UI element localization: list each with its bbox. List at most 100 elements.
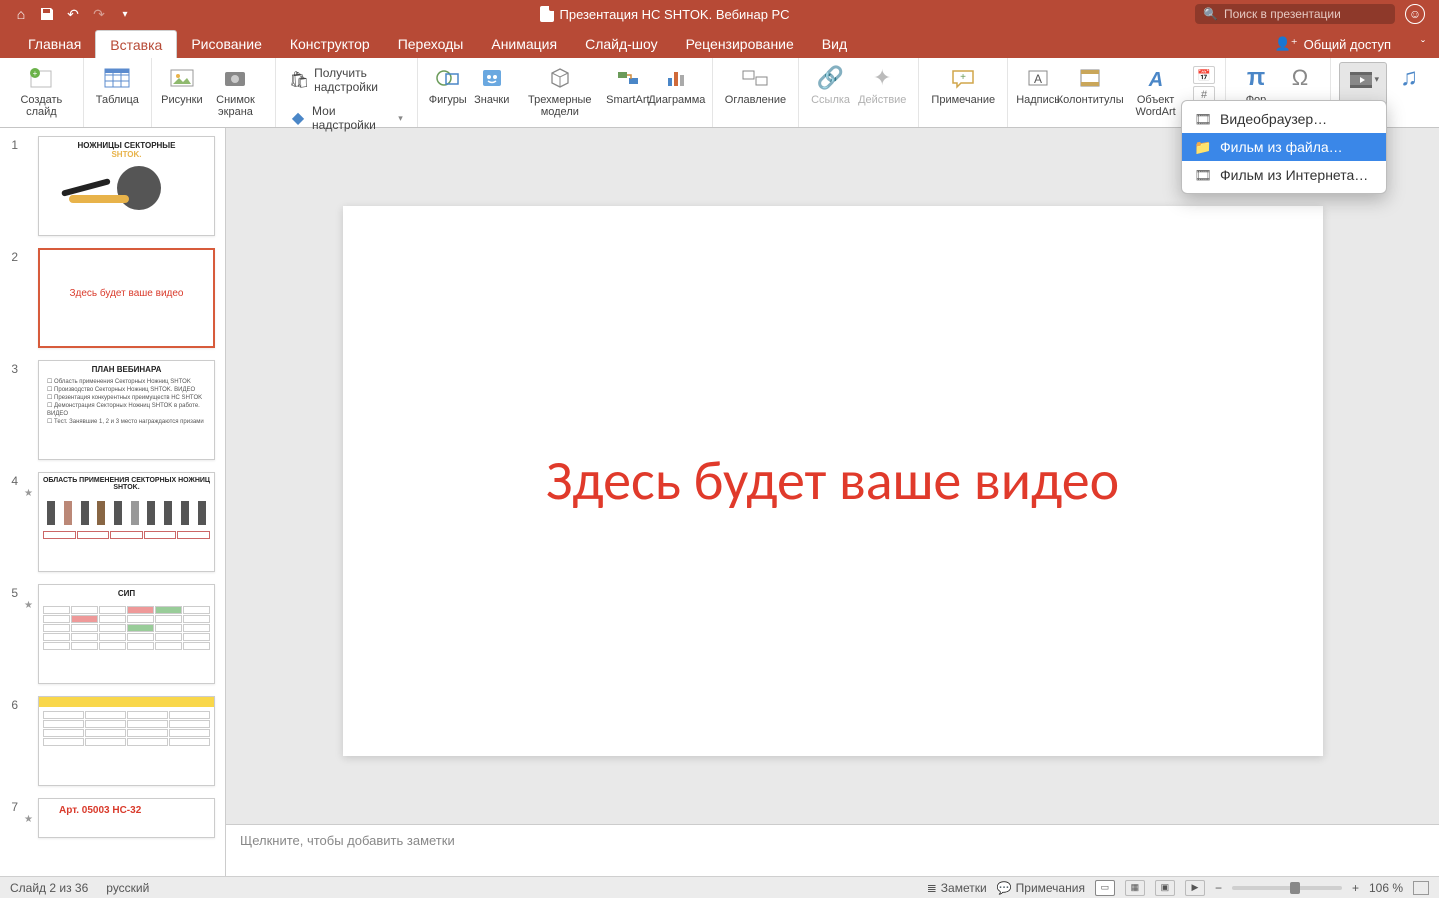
comments-toggle[interactable]: 💬 Примечания — [997, 881, 1085, 895]
redo-icon[interactable]: ↷ — [90, 5, 108, 23]
my-addins-label: Мои надстройки — [312, 104, 392, 132]
language-indicator[interactable]: русский — [106, 881, 149, 895]
3d-models-button[interactable]: Трехмерные модели — [514, 62, 606, 120]
headerfooter-button[interactable]: Колонтитулы — [1060, 62, 1120, 108]
slide-thumb-2[interactable]: Здесь будет ваше видео — [38, 248, 215, 348]
normal-view-button[interactable]: ▭ — [1095, 880, 1115, 896]
film-icon: 🎞 — [1194, 110, 1212, 128]
contents-button[interactable]: Оглавление — [721, 62, 790, 108]
slide-thumb-7[interactable]: Арт. 05003 НС-32 — [38, 798, 215, 838]
notes-pane[interactable]: Щелкните, чтобы добавить заметки — [226, 824, 1439, 876]
slideshow-view-button[interactable]: ▶ — [1185, 880, 1205, 896]
tab-design[interactable]: Конструктор — [276, 30, 384, 58]
zoom-percent[interactable]: 106 % — [1369, 881, 1403, 895]
zoom-slider[interactable] — [1232, 886, 1342, 890]
ribbon-tabs: Главная Вставка Рисование Конструктор Пе… — [0, 28, 1439, 58]
video-dropdown-menu: 🎞 Видеобраузер… 📁 Фильм из файла… 🎞 Филь… — [1181, 100, 1387, 194]
link-button[interactable]: 🔗 Ссылка — [807, 62, 854, 108]
pi-icon: π — [1240, 64, 1272, 92]
save-icon[interactable] — [38, 5, 56, 23]
zoom-knob[interactable] — [1290, 882, 1300, 894]
tab-draw[interactable]: Рисование — [177, 30, 276, 58]
my-addins-button[interactable]: ◆ Мои надстройки ▾ — [284, 100, 409, 136]
headerfooter-icon — [1074, 64, 1106, 92]
headerfooter-label: Колонтитулы — [1057, 94, 1124, 106]
undo-icon[interactable]: ↶ — [64, 5, 82, 23]
slide-thumb-5[interactable]: СИП — [38, 584, 215, 684]
collapse-ribbon-icon[interactable]: ˇ — [1421, 38, 1425, 58]
zoom-in-button[interactable]: + — [1352, 881, 1359, 895]
thumb-number: 3 — [4, 360, 18, 460]
movie-from-file-item[interactable]: 📁 Фильм из файла… — [1182, 133, 1386, 161]
slide-thumbnail-panel[interactable]: 1 НОЖНИЦЫ СЕКТОРНЫЕSHTOK. 2 Здесь будет … — [0, 128, 226, 876]
zoom-out-button[interactable]: − — [1215, 881, 1222, 895]
chart-icon — [661, 64, 693, 92]
slide-counter[interactable]: Слайд 2 из 36 — [10, 881, 88, 895]
thumb-number: 6 — [4, 696, 18, 786]
home-icon[interactable]: ⌂ — [12, 5, 30, 23]
audio-button[interactable]: ♫ — [1387, 62, 1431, 108]
share-label: Общий доступ — [1304, 37, 1391, 52]
comment-bubble-icon: 💬 — [997, 881, 1012, 895]
comment-label: Примечание — [931, 94, 995, 106]
chart-button[interactable]: Диаграмма — [650, 62, 704, 108]
table-icon — [101, 64, 133, 92]
new-slide-button[interactable]: + Создать слайд — [8, 62, 75, 120]
icons-button[interactable]: Значки — [470, 62, 514, 108]
pictures-icon — [166, 64, 198, 92]
thumb-2-text: Здесь будет ваше видео — [40, 250, 213, 299]
date-time-button[interactable]: 📅 — [1193, 66, 1215, 84]
search-box[interactable]: 🔍 Поиск в презентации — [1195, 4, 1395, 24]
pictures-button[interactable]: Рисунки — [160, 62, 204, 108]
smartart-button[interactable]: SmartArt — [606, 62, 650, 108]
notes-toggle[interactable]: ≣ Заметки — [927, 881, 987, 895]
3d-models-label: Трехмерные модели — [518, 94, 602, 118]
store-icon: 🛍 — [290, 71, 308, 89]
get-addins-button[interactable]: 🛍 Получить надстройки — [284, 62, 409, 98]
thumb-number: 5 — [4, 584, 18, 684]
svg-text:A: A — [1147, 69, 1162, 90]
animation-star-icon: ★ — [24, 472, 32, 572]
table-button[interactable]: Таблица — [92, 62, 143, 108]
animation-star-icon: ★ — [24, 798, 32, 838]
document-title-text: Презентация НС SHTOK. Вебинар РС — [560, 7, 790, 22]
comment-icon: + — [947, 64, 979, 92]
tab-slideshow[interactable]: Слайд-шоу — [571, 30, 672, 58]
tab-animations[interactable]: Анимация — [477, 30, 571, 58]
slide-thumb-3[interactable]: ПЛАН ВЕБИНАРА ☐ Область применения Секто… — [38, 360, 215, 460]
new-slide-label: Создать слайд — [12, 94, 71, 118]
action-button[interactable]: ✦ Действие — [854, 62, 910, 108]
tab-insert[interactable]: Вставка — [95, 30, 177, 59]
screenshot-button[interactable]: Снимок экрана — [204, 62, 267, 120]
reading-view-button[interactable]: ▣ — [1155, 880, 1175, 896]
tab-view[interactable]: Вид — [808, 30, 861, 58]
sorter-view-button[interactable]: ▦ — [1125, 880, 1145, 896]
wordart-label: Объект WordArt — [1124, 94, 1187, 118]
comment-button[interactable]: + Примечание — [927, 62, 999, 108]
status-bar: Слайд 2 из 36 русский ≣ Заметки 💬 Примеч… — [0, 876, 1439, 898]
share-button[interactable]: 👤⁺ Общий доступ — [1275, 36, 1391, 58]
svg-text:+: + — [33, 69, 38, 78]
account-icon[interactable]: ☺ — [1405, 4, 1425, 24]
tab-transitions[interactable]: Переходы — [384, 30, 478, 58]
movie-from-internet-item[interactable]: 🎞 Фильм из Интернета… — [1182, 161, 1386, 189]
slide-main-text[interactable]: Здесь будет ваше видео — [546, 447, 1119, 515]
tab-review[interactable]: Рецензирование — [672, 30, 808, 58]
fit-to-window-button[interactable] — [1413, 881, 1429, 895]
document-title: Презентация НС SHTOK. Вебинар РС — [134, 6, 1195, 22]
quick-access-toolbar: ⌂ ↶ ↷ ▾ — [0, 5, 134, 23]
qat-customize-icon[interactable]: ▾ — [116, 5, 134, 23]
puzzle-icon: ◆ — [290, 109, 306, 127]
textbox-icon: A — [1022, 64, 1054, 92]
slide-thumb-4[interactable]: ОБЛАСТЬ ПРИМЕНЕНИЯ СЕКТОРНЫХ НОЖНИЦ SHTO… — [38, 472, 215, 572]
textbox-button[interactable]: A Надпись — [1016, 62, 1060, 108]
slide-thumb-1[interactable]: НОЖНИЦЫ СЕКТОРНЫЕSHTOK. — [38, 136, 215, 236]
slide-canvas[interactable]: Здесь будет ваше видео — [226, 128, 1439, 824]
shapes-label: Фигуры — [429, 94, 467, 106]
video-browser-item[interactable]: 🎞 Видеобраузер… — [1182, 105, 1386, 133]
thumb-number: 2 — [4, 248, 18, 348]
shapes-button[interactable]: Фигуры — [426, 62, 470, 108]
tab-home[interactable]: Главная — [14, 30, 95, 58]
slide-thumb-6[interactable] — [38, 696, 215, 786]
current-slide[interactable]: Здесь будет ваше видео — [343, 206, 1323, 756]
